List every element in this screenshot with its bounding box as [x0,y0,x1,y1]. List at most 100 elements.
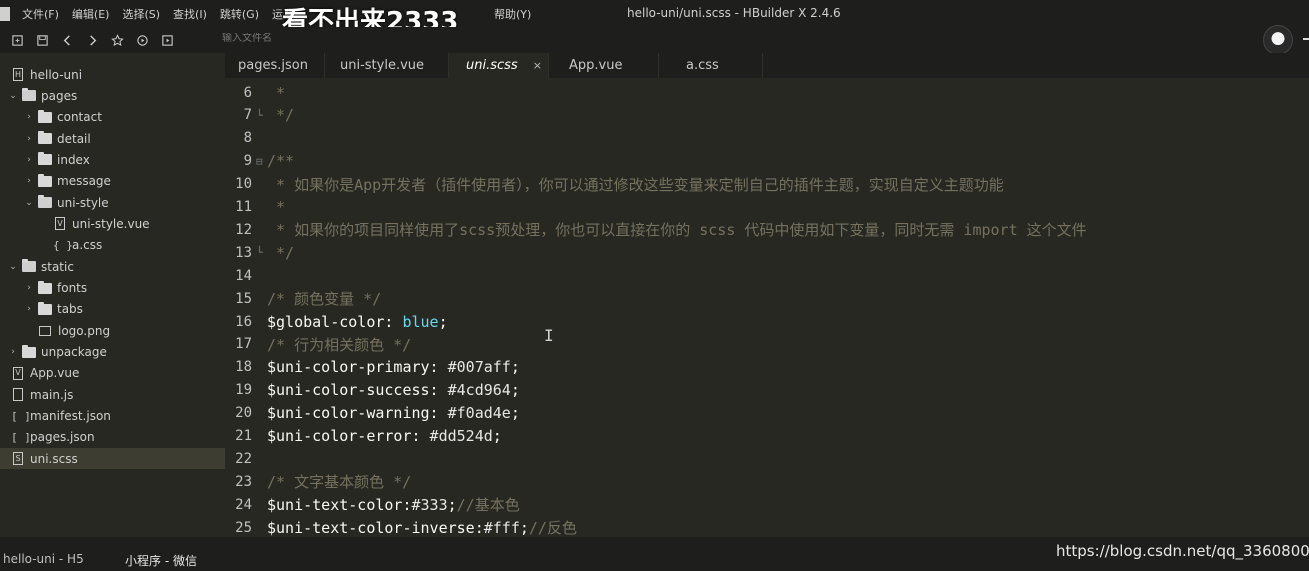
chevron-down-icon[interactable]: ⌄ [8,91,18,101]
line-number: 7 [243,107,252,124]
code-line[interactable]: 21 $uni-color-error: #dd524d; [225,425,1309,448]
run-icon[interactable] [134,32,150,48]
project-explorer: Hhello-uni ⌄ pages › contact › detail › index › me… [0,53,225,537]
fold-toggle-icon[interactable]: ⊟ [256,155,266,168]
status-run-target[interactable]: hello-uni - H5 [3,552,84,566]
line-number: 21 [235,428,252,444]
code-text: /* 颜色变量 */ [267,290,382,309]
code-line[interactable]: 11 * [225,196,1309,219]
back-icon[interactable] [59,32,75,48]
file-search-input[interactable] [222,33,422,44]
tab-uni-style-vue[interactable]: uni-style.vue [325,53,449,78]
text-cursor-icon: I [544,326,554,345]
code-line[interactable]: 24 $uni-text-color:#333;//基本色 [225,493,1309,516]
star-icon[interactable] [109,32,125,48]
code-line[interactable]: 20 $uni-color-warning: #f0ad4e; [225,402,1309,425]
sidebar-item-fonts[interactable]: › fonts [0,278,225,299]
line-number: 20 [235,405,252,422]
chevron-down-icon[interactable]: ⌄ [24,198,34,208]
sidebar-item-pages-json[interactable]: [ ] pages.json [0,427,225,448]
sidebar-item-label: uni.scss [30,451,78,466]
menu-select[interactable]: 选择(S) [122,6,160,22]
folder-icon [22,344,36,358]
chevron-right-icon[interactable]: › [24,283,34,293]
sidebar-item-tabs[interactable]: › tabs [0,299,225,320]
code-editor[interactable]: 6 * 7 └ */ 8 9 ⊟/** 10 * 如果你是App开发者（插件使用者），你可以… [225,78,1309,537]
chevron-down-icon[interactable]: ⌄ [8,262,18,272]
sidebar-item-static[interactable]: ⌄ static [0,256,225,277]
sidebar-item-uni-scss[interactable]: Suni.scss [0,448,225,470]
sidebar-item-detail[interactable]: › detail [0,128,225,149]
code-text: $uni-text-color-inverse:#fff;//反色 [267,519,577,537]
menu-find[interactable]: 查找(I) [173,6,207,22]
code-line[interactable]: 9 ⊟/** [225,150,1309,173]
chevron-right-icon[interactable]: › [8,347,18,357]
chevron-right-icon[interactable]: › [24,112,34,122]
tab-a-css[interactable]: a.css [659,53,763,78]
code-line[interactable]: 19 $uni-color-success: #4cd964; [225,379,1309,402]
folder-icon [38,173,52,187]
sidebar-item-label: fonts [57,281,88,295]
chevron-right-icon[interactable]: › [24,155,34,165]
tab-app-vue[interactable]: App.vue [549,53,659,78]
folder-icon [22,259,36,273]
sidebar-item-index[interactable]: › index [0,149,225,170]
code-line[interactable]: 22 [225,447,1309,470]
line-number: 6 [243,84,252,101]
sidebar-item-app-vue[interactable]: V App.vue [0,363,225,384]
window-minimize-icon[interactable] [1303,38,1309,40]
save-icon[interactable] [34,32,50,48]
chevron-right-icon[interactable]: › [24,304,34,314]
sidebar-item-uni-style[interactable]: ⌄ uni-style [0,192,225,213]
sidebar-item-manifest-json[interactable]: [ ] manifest.json [0,406,225,427]
sidebar-item-unpackage[interactable]: › unpackage [0,342,225,363]
sidebar-item-label: index [57,152,90,167]
folder-icon [38,195,52,209]
new-file-icon[interactable] [9,32,25,48]
sidebar-item-label: static [41,259,74,274]
code-line[interactable]: 13 └ */ [225,241,1309,264]
sidebar-item-uni-style-vue[interactable]: Vuni-style.vue [0,213,225,234]
browser-preview-icon[interactable] [159,32,175,48]
sidebar-item-label: logo.png [58,323,111,338]
code-line[interactable]: 23 /* 文字基本颜色 */ [225,470,1309,493]
user-avatar[interactable] [1263,25,1293,55]
menu-help[interactable]: 帮助(Y) [494,6,531,22]
code-line[interactable]: 15 /* 颜色变量 */ [225,287,1309,310]
code-text: $uni-color-success: #4cd964; [267,381,520,400]
code-line[interactable]: 17 /* 行为相关颜色 */ [225,333,1309,356]
code-line[interactable]: 25 $uni-text-color-inverse:#fff;//反色 [225,516,1309,537]
menu-file[interactable]: 文件(F) [22,6,59,22]
code-text: */ [267,106,295,125]
forward-icon[interactable] [84,32,100,48]
sidebar-item-contact[interactable]: › contact [0,107,225,128]
code-line[interactable]: 14 [225,264,1309,287]
status-miniprogram[interactable]: 小程序 - 微信 [125,552,197,569]
code-line[interactable]: 18 $uni-color-primary: #007aff; [225,356,1309,379]
code-text: * 如果你的项目同样使用了scss预处理，你也可以直接在你的 scss 代码中使… [267,221,1087,240]
menu-edit[interactable]: 编辑(E) [72,6,110,22]
code-line[interactable]: 8 [225,127,1309,150]
sidebar-item-a-css[interactable]: { } a.css [0,235,225,256]
menu-goto[interactable]: 跳转(G) [220,6,259,22]
sidebar-item-pages[interactable]: ⌄ pages [0,85,225,106]
code-line[interactable]: 7 └ */ [225,104,1309,127]
code-line[interactable]: 6 * [225,81,1309,104]
sidebar-item-hello-uni[interactable]: Hhello-uni [0,64,225,85]
code-line[interactable]: 16 $global-color: blue; [225,310,1309,333]
sidebar-item-logo-png[interactable]: logo.png [0,320,225,341]
tab-pages-json[interactable]: pages.json [225,53,325,78]
scss-file-icon: S [13,452,23,466]
sidebar-item-message[interactable]: › message [0,171,225,192]
chevron-right-icon[interactable]: › [24,134,34,144]
tab-close-icon[interactable]: × [533,59,542,72]
code-line[interactable]: 10 * 如果你是App开发者（插件使用者），你可以通过修改这些变量来定制自己的… [225,173,1309,196]
code-line[interactable]: 12 * 如果你的项目同样使用了scss预处理，你也可以直接在你的 scss 代… [225,218,1309,241]
sidebar-item-main-js[interactable]: main.js [0,384,225,405]
status-bar: hello-uni - H5 小程序 - 微信 https://blog.csd… [0,537,1309,571]
toolbar [0,27,1309,53]
chevron-right-icon[interactable]: › [24,176,34,186]
code-text: $global-color: blue; [267,312,448,331]
tab-uni-scss[interactable]: uni.scss × [449,53,549,78]
sidebar-item-label: uni-style.vue [72,216,150,231]
